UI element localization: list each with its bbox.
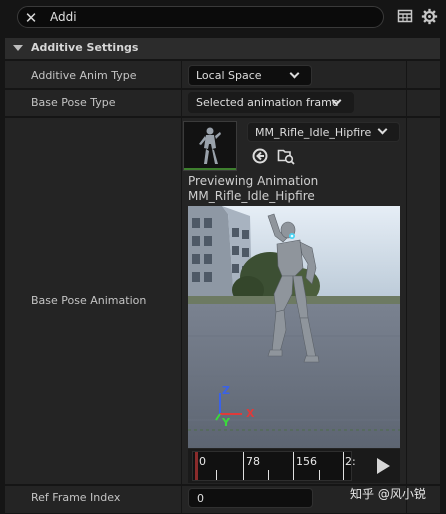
preview-scene-image [188,206,400,448]
use-selected-asset-icon[interactable] [251,147,269,165]
timeline-tick-label: 78 [246,455,260,468]
table-view-icon[interactable] [397,8,415,26]
timeline-tick-label: 0 [199,455,206,468]
animation-timeline: 0 78 156 2: [188,449,400,483]
watermark: 知乎 @风小锐 [350,487,426,501]
axis-x-label: X [246,407,255,420]
column-divider-right [406,61,407,88]
dropdown-value: Local Space [196,69,262,82]
column-divider[interactable] [181,486,182,513]
column-divider-right [406,118,407,484]
mannequin-thumbnail-icon [199,127,221,164]
timeline-tick-label: 2: [345,455,356,468]
property-label: Ref Frame Index [31,491,121,504]
timeline-tick [343,452,344,480]
category-additive-settings[interactable]: Additive Settings [5,38,440,59]
column-divider[interactable] [181,61,182,88]
gear-icon[interactable] [421,8,439,26]
asset-thumbnail[interactable] [183,121,237,171]
collapse-arrow-icon[interactable] [13,45,23,51]
animation-preview-viewport[interactable]: Z X Y [188,206,400,448]
thumbnail-type-bar [184,168,236,170]
base-pose-type-dropdown[interactable]: Selected animation frame [188,92,354,113]
asset-picker-dropdown[interactable]: MM_Rifle_Idle_Hipfire [247,122,400,142]
asset-name: MM_Rifle_Idle_Hipfire [255,126,372,139]
additive-anim-type-dropdown[interactable]: Local Space [188,65,312,86]
dropdown-value: Selected animation frame [196,96,339,109]
search-input[interactable]: ✕ Addi [17,6,384,28]
property-label: Additive Anim Type [31,69,137,82]
browse-to-asset-icon[interactable] [277,147,295,165]
timeline-tick [216,470,217,480]
category-label: Additive Settings [31,41,139,54]
chevron-down-icon [289,68,300,79]
property-label: Base Pose Type [31,96,116,109]
column-divider[interactable] [181,118,182,484]
timeline-tick [293,452,294,480]
timeline-scrubber[interactable]: 0 78 156 2: [192,451,356,481]
search-value[interactable]: Addi [50,10,77,24]
preview-caption: Previewing Animation [188,174,319,188]
column-divider[interactable] [181,90,182,116]
timeline-tick-label: 156 [296,455,317,468]
preview-asset-name: MM_Rifle_Idle_Hipfire [188,189,315,203]
timeline-tick [319,470,320,480]
chevron-down-icon [377,124,388,135]
property-label: Base Pose Animation [31,294,147,307]
axis-z-label: Z [222,384,230,397]
timeline-tick [243,452,244,480]
details-search-bar: ✕ Addi [0,0,446,34]
ref-frame-index-input[interactable]: 0 [188,488,313,508]
playhead[interactable] [195,452,198,480]
close-icon[interactable]: ✕ [22,9,40,27]
axis-y-label: Y [222,416,230,429]
column-divider-right [406,90,407,116]
input-value[interactable]: 0 [197,492,204,505]
timeline-tick [268,470,269,480]
play-icon[interactable] [377,458,390,474]
